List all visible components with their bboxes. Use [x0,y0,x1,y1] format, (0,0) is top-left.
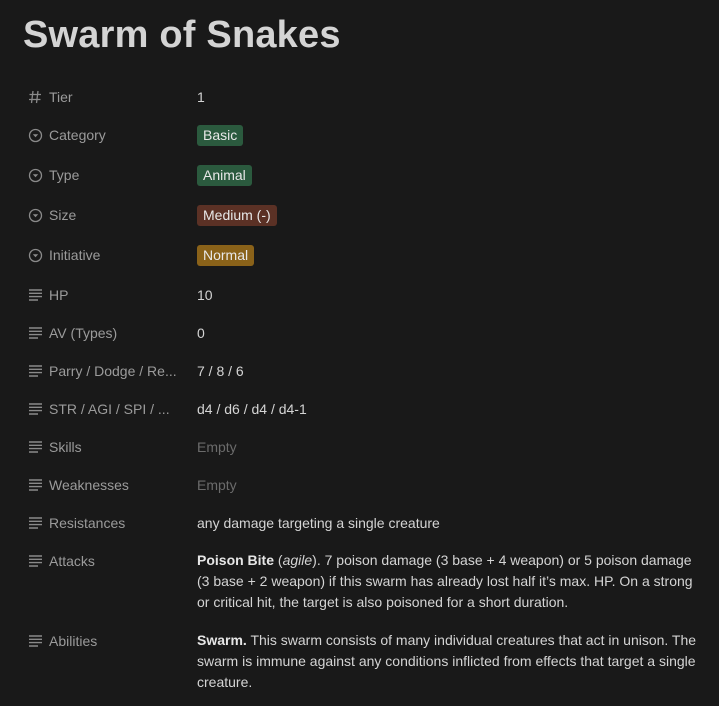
property-label: Tier [49,89,73,105]
property-label: AV (Types) [49,325,118,341]
select-circle-icon [27,247,43,263]
property-value-tier[interactable]: 1 [197,86,702,108]
property-name-stats[interactable]: STR / AGI / SPI / ... [27,398,170,420]
property-label: Initiative [49,247,101,263]
property-name-size[interactable]: Size [27,204,76,226]
select-circle-icon [27,207,43,223]
property-label: Attacks [49,553,95,569]
property-label: Parry / Dodge / Re... [49,363,177,379]
property-label: Size [49,207,77,223]
property-name-attacks[interactable]: Attacks [27,550,95,572]
property-label: Type [49,167,80,183]
text-lines-icon [27,553,43,569]
property-name-weaknesses[interactable]: Weaknesses [27,474,129,496]
text-lines-icon [27,401,43,417]
property-value-av[interactable]: 0 [197,322,702,344]
property-value-resistances[interactable]: any damage targeting a single creature [197,512,702,534]
text-lines-icon [27,325,43,341]
property-label: STR / AGI / SPI / ... [49,401,170,417]
attack-trait: agile [282,552,313,568]
hash-icon [27,89,43,105]
property-value-initiative[interactable]: Normal [197,244,702,266]
property-value-attacks[interactable]: Poison Bite (agile). 7 poison damage (3 … [197,550,702,613]
property-label: HP [49,287,69,303]
property-value-category[interactable]: Basic [197,124,702,146]
select-circle-icon [27,167,43,183]
property-name-abilities[interactable]: Abilities [27,630,97,652]
text-lines-icon [27,287,43,303]
property-label: Weaknesses [49,477,129,493]
property-name-hp[interactable]: HP [27,284,68,306]
property-label: Abilities [49,633,98,649]
select-tag: Normal [197,244,255,266]
property-value-skills[interactable]: Empty [197,436,702,458]
property-label: Category [49,127,106,143]
property-value-abilities[interactable]: Swarm. This swarm consists of many indiv… [197,630,702,693]
property-label: Resistances [49,515,126,531]
property-name-tier[interactable]: Tier [27,86,73,108]
attack-open: ( [274,552,283,568]
page-title: Swarm of Snakes [23,14,341,56]
property-value-hp[interactable]: 10 [197,284,702,306]
ability-name: Swarm. [197,632,247,648]
property-label: Skills [49,439,82,455]
property-value-weaknesses[interactable]: Empty [197,474,702,496]
text-lines-icon [27,515,43,531]
property-name-category[interactable]: Category [27,124,106,146]
property-name-skills[interactable]: Skills [27,436,82,458]
text-lines-icon [27,477,43,493]
select-circle-icon [27,127,43,143]
property-value-parry[interactable]: 7 / 8 / 6 [197,360,702,382]
text-lines-icon [27,633,43,649]
property-value-type[interactable]: Animal [197,164,702,186]
select-tag: Animal [197,164,252,186]
select-tag: Basic [197,124,244,146]
property-name-type[interactable]: Type [27,164,79,186]
select-tag: Medium (-) [197,204,277,226]
text-lines-icon [27,439,43,455]
property-value-size[interactable]: Medium (-) [197,204,702,226]
text-lines-icon [27,363,43,379]
property-value-stats[interactable]: d4 / d6 / d4 / d4-1 [197,398,702,420]
attack-name: Poison Bite [197,552,275,568]
property-name-initiative[interactable]: Initiative [27,244,100,266]
property-name-parry[interactable]: Parry / Dodge / Re... [27,360,177,382]
property-name-resistances[interactable]: Resistances [27,512,125,534]
ability-description: This swarm consists of many individual c… [197,632,697,690]
property-name-av[interactable]: AV (Types) [27,322,117,344]
